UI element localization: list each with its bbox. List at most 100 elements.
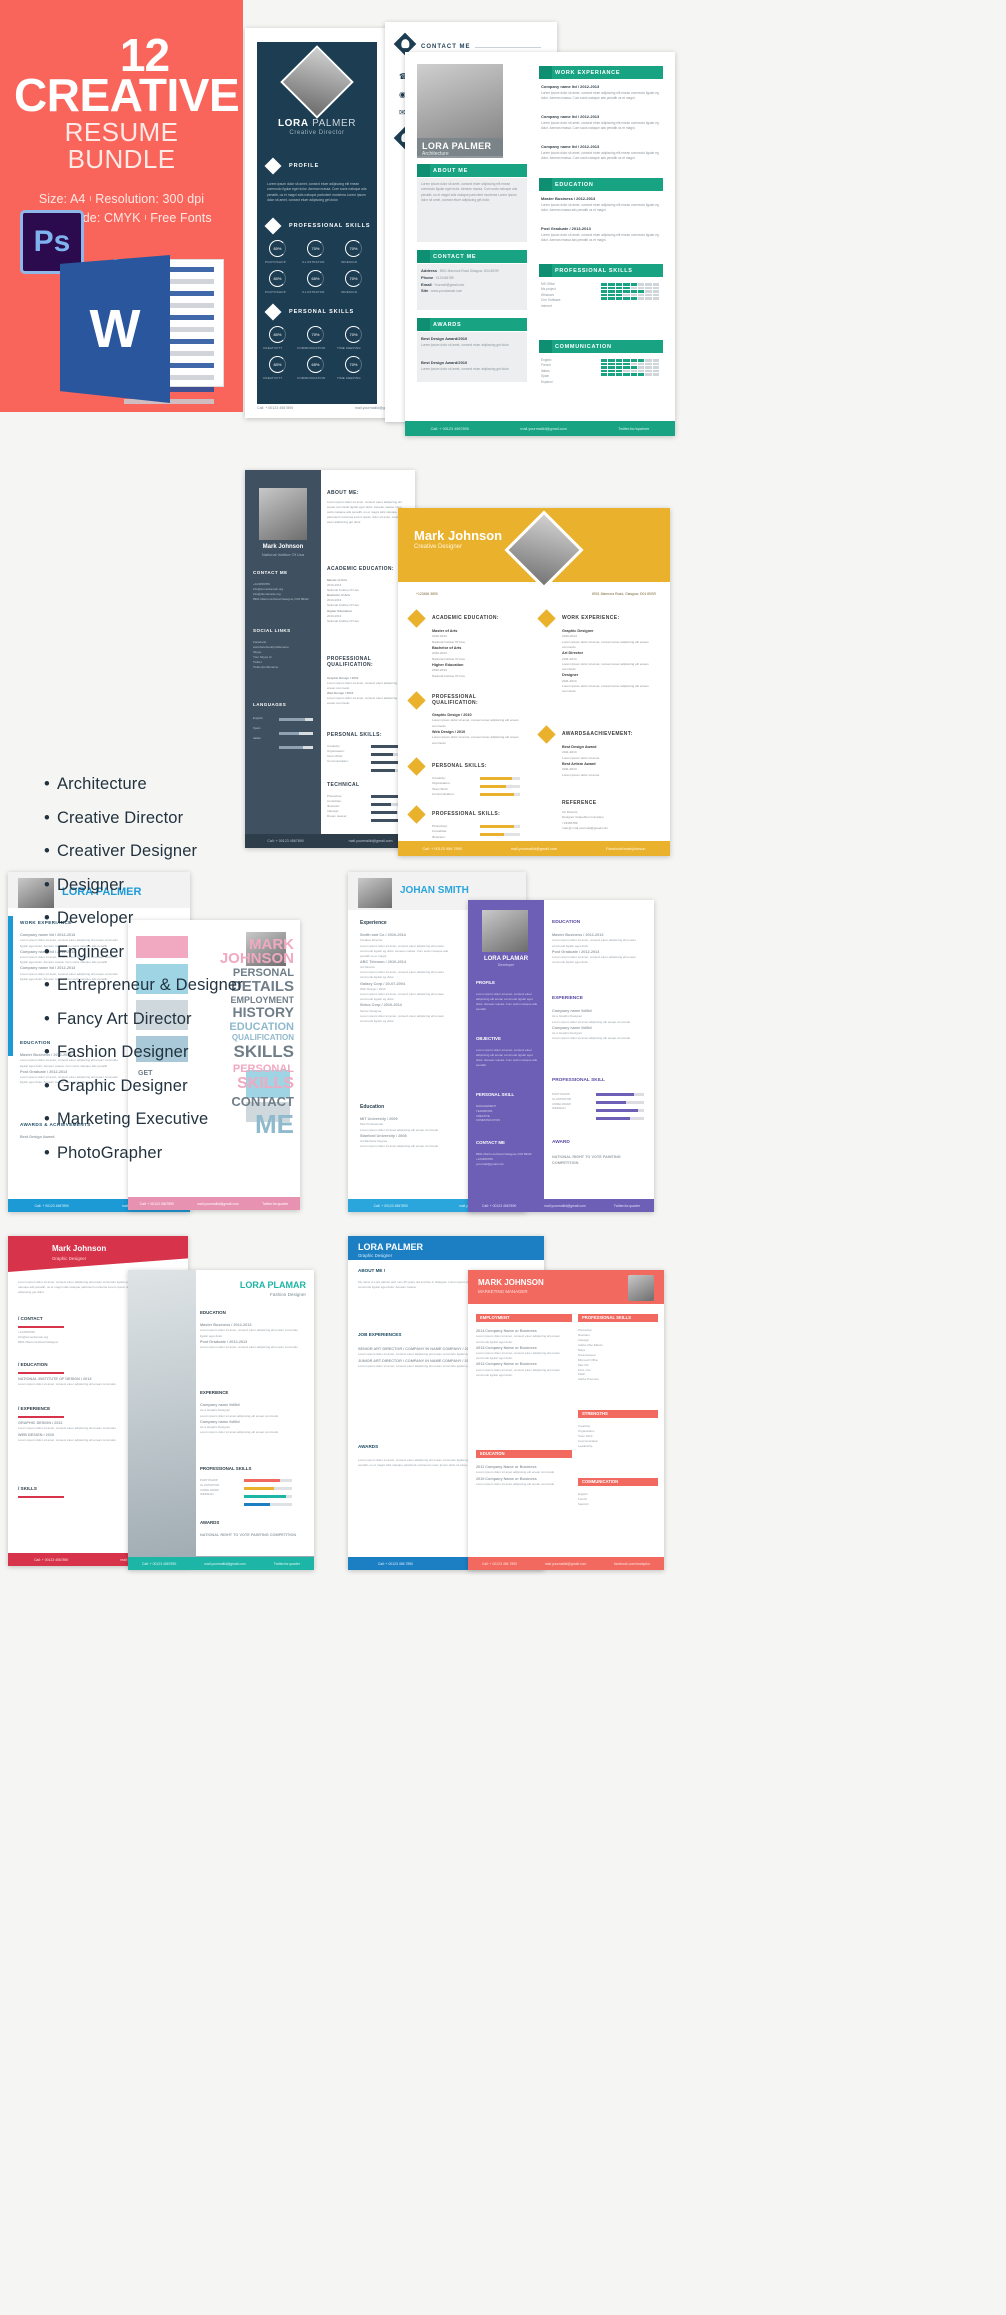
resume-role: Creative Designer: [414, 544, 463, 550]
exp-title: Galaxy Corp / 20-07-2004: [360, 981, 405, 986]
award-entry: Best Design Award/2010 Lorem ipsum dolor…: [421, 336, 523, 348]
resume-preview-purple[interactable]: LORA PLAMAR Developer PROFILE Lorem ipsu…: [468, 900, 654, 1212]
section-profile: PROFILE: [476, 980, 496, 985]
academic-sub: 2010-2013: [432, 651, 447, 656]
section-professional-skills: PROFESSIONAL SKILLS: [200, 1466, 252, 1471]
resume-preview-yellow[interactable]: Mark Johnson Creative Designer +123456 3…: [398, 508, 670, 856]
contact-value: 8901 Marmora Road Glasgow, D04 89GR: [476, 1152, 532, 1156]
skill-ring: 80%: [269, 326, 286, 343]
academic-inst: National Institue Of Usa: [432, 673, 465, 678]
list-item: Marketing Executive: [44, 1110, 324, 1129]
resume-footer: Call: + 00123 4567890 mail.yourmailid@gm…: [257, 406, 399, 410]
tech-label: Indesign:: [327, 809, 340, 814]
resume-name: LORA PALMER: [358, 1242, 423, 1252]
resume-name: LORA PALMER: [257, 118, 377, 129]
resume-preview-navy[interactable]: LORA PALMER Creative Director PROFILE Lo…: [245, 28, 407, 418]
list-item: Designer: [44, 876, 324, 895]
section-education: EDUCATION: [539, 178, 663, 191]
contact-value: +123456789: [253, 582, 270, 586]
contact-value: 8901 Marmora Road Glasgow: [18, 1340, 59, 1345]
language-bar: [279, 746, 303, 749]
section-awards: AWARDS&ACHIEVEMENT:: [562, 731, 633, 737]
social-value: Your Skype id: [253, 655, 272, 660]
exp-title: GRAPHIC DESIGN / 2011: [18, 1421, 63, 1425]
avatar: [358, 878, 392, 908]
skill-bar: [480, 833, 504, 836]
award-title: Best Artism Award: [562, 761, 596, 766]
education-body: Lorem ipsum dolor sit amet adipiscing el…: [476, 1482, 555, 1486]
awards-icon: [537, 725, 556, 744]
section-about-me: ABOUT ME:: [327, 490, 359, 496]
education-sub: Art Bachelor Degree: [360, 1139, 388, 1144]
social-label: Facebook: [253, 640, 267, 644]
work-body: Lorem ipsum dolor sit amet, consect etue…: [562, 661, 649, 672]
list-item: Creativer Designer: [44, 842, 324, 861]
experience-list: Smith and Co / 2010-2014 Creative Direct…: [360, 932, 456, 1024]
education-title: Company Name or Business: [485, 1476, 537, 1481]
language-name: Italian: [541, 368, 550, 373]
section-contact-me: CONTACT ME: [476, 1140, 505, 1145]
tech-label: Photoshop:: [327, 794, 343, 798]
skills-icon: [539, 264, 552, 277]
skill-label: COREL DRAW: [552, 1101, 571, 1106]
work-icon: [537, 609, 556, 628]
language-names: English French Italian Spain Espanol: [541, 358, 601, 385]
section-professional-skills: PROFESSIONAL SKILLS: [539, 264, 663, 277]
academic-title: Higher Education: [327, 608, 352, 613]
personal-skills-icon: [407, 757, 426, 776]
employment-title: Company Name or Business: [485, 1329, 537, 1333]
exp-body: Lorem ipsum dolor sit amet, consect etue…: [360, 992, 444, 1002]
graduation-icon: [539, 178, 552, 191]
exp-body: Lorem ipsum dolor sit amet adipiscing el…: [200, 1413, 279, 1418]
skill-bar: [596, 1117, 630, 1120]
education-title: Master Business / 2012-2013: [200, 1323, 252, 1327]
footer-phone: Call: + 00123 456 7890: [422, 846, 462, 851]
academic-sub: 2010-2013: [432, 668, 447, 673]
footer-mail: mail.yourmailid@gmail.com: [204, 1561, 246, 1566]
section-job-experiences: JOB EXPERIENCES: [358, 1332, 402, 1337]
section-awards: AWARDS: [358, 1444, 379, 1449]
education-body: Lorem ipsum dolor sit amet, consect etue…: [200, 1328, 298, 1338]
qual-title: Graphic Design / 2010: [432, 713, 472, 717]
education-title: Master Business / 2012-2013: [552, 933, 604, 937]
avatar: [628, 1275, 654, 1301]
education-title: Post Graduate / 2013-2013: [541, 226, 591, 231]
exp-body: Lorem ipsum dolor sit amet adipiscing el…: [552, 1019, 631, 1024]
briefcase-icon: [539, 66, 552, 79]
footer-phone: Call: + 00123 4567890: [142, 1561, 177, 1566]
accent-line: [18, 1416, 64, 1418]
skill-bar: [596, 1109, 638, 1112]
award-body: Lorem ipsum dolor sit amet, consect etue…: [421, 342, 510, 347]
work-body: Lorem ipsum dolor sit amet, consect etue…: [541, 120, 659, 131]
exp-title: Company name ltd/ltd: [552, 1025, 592, 1030]
resume-role: Developer: [497, 963, 515, 967]
section-about-me: ABOUT ME: [417, 164, 527, 177]
exp-role: Web Design / 2010: [360, 987, 386, 992]
avatar: [280, 45, 354, 119]
name-first: LORA: [277, 118, 309, 129]
language-list: English French Spanish: [578, 1492, 658, 1507]
section-reference: REFERENCE: [562, 800, 597, 806]
academic-inst: National Institue Of Usa: [327, 588, 359, 593]
resume-preview-fashion[interactable]: LORA PLAMAR Fashion Designer EDUCATION M…: [128, 1270, 314, 1570]
skill-bar: [244, 1495, 286, 1498]
award-title: Best Design Award/2010: [421, 336, 468, 341]
skill-meter: [601, 283, 659, 300]
accent-line: [18, 1496, 64, 1498]
reference-line: / 23456789: [562, 820, 578, 825]
qualification-list: Graphic Design / 2010 Lorem ipsum dolor …: [327, 676, 409, 707]
list-item: PhotoGrapher: [44, 1144, 324, 1163]
skill-bar: [244, 1487, 274, 1490]
word-icon: W: [60, 255, 230, 405]
personal-skill-list: Creativity: Organisation: Team Work: Com…: [432, 776, 454, 797]
section-experience: EXPERIENCE: [200, 1390, 229, 1395]
skill-label: ILLUSTRATOR: [552, 1096, 572, 1101]
skill-label: Organisation:: [327, 749, 345, 754]
resume-preview-coral[interactable]: MARK JOHNSON MARKETING MANAGER EMPLOYMEN…: [468, 1270, 664, 1570]
resume-preview-teal[interactable]: LORA PALMER Architecture ABOUT ME Lorem …: [405, 52, 675, 436]
list-item: Fancy Art Director: [44, 1010, 324, 1029]
academic-title: Master of Arts: [432, 629, 458, 633]
section-personal-skills: PERSONAL SKILLS:: [327, 732, 382, 738]
section-objective: OBJECTIVE: [476, 1036, 501, 1041]
exp-title: Sirius Corp / 2010-2014: [360, 1003, 402, 1008]
